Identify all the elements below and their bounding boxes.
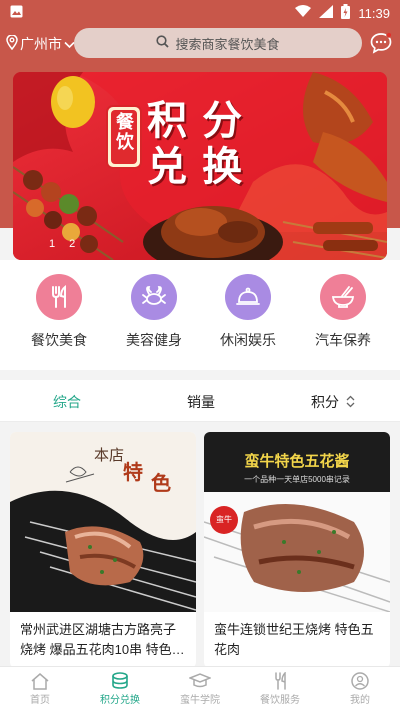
search-input[interactable]: 搜索商家餐饮美食 <box>74 28 362 58</box>
product-title: 蛮牛连锁世纪王烧烤 特色五花肉 <box>214 622 374 657</box>
food-cover-icon <box>225 274 271 320</box>
wifi-icon <box>295 5 312 21</box>
product-card[interactable]: 蛮牛特色五花酱 一个品种一天单店5000串记录 蛮牛 蛮牛连锁世纪王烧烤 特色五… <box>204 432 390 668</box>
location-pin-icon <box>6 34 18 53</box>
category-label: 汽车保养 <box>315 332 371 348</box>
image-subline: 一个品种一天单店5000串记录 <box>244 475 350 484</box>
clock: 11:39 <box>358 5 390 21</box>
city-selector[interactable]: 广州市 <box>6 34 75 54</box>
message-button[interactable] <box>370 32 392 54</box>
profile-icon <box>351 672 369 690</box>
sort-toggle-icon <box>346 395 355 411</box>
search-icon <box>156 35 170 51</box>
points-exchange-icon <box>112 672 128 689</box>
product-image: 本店 特 色 <box>10 432 196 612</box>
sort-tab-points[interactable]: 积分 <box>311 392 355 412</box>
banner-badge: 餐饮 <box>114 112 134 152</box>
nav-item-points-exchange[interactable]: 积分兑换 <box>80 667 160 711</box>
nav-label: 首页 <box>30 695 50 706</box>
image-headline: 蛮牛特色五花酱 <box>244 453 350 470</box>
banner-pagination: 1 2 <box>49 238 75 250</box>
sort-tab-points-label: 积分 <box>311 394 339 410</box>
image-text-se: 色 <box>151 471 171 495</box>
category-label: 休闲娱乐 <box>220 332 276 348</box>
crab-icon <box>131 274 177 320</box>
gallery-notification-icon <box>10 5 23 21</box>
banner-title-line1: 积 分 <box>147 99 245 143</box>
category-beauty-fitness[interactable]: 美容健身 <box>114 274 194 350</box>
noodle-bowl-icon <box>320 274 366 320</box>
nav-item-home[interactable]: 首页 <box>0 667 80 711</box>
category-label: 美容健身 <box>126 332 182 348</box>
banner-dot-2[interactable]: 2 <box>69 238 75 250</box>
banner-dot-1[interactable]: 1 <box>49 238 55 250</box>
top-header: 广州市 搜索商家餐饮美食 <box>0 24 400 64</box>
category-dining[interactable]: 餐饮美食 <box>19 274 99 350</box>
image-badge: 蛮牛 <box>216 515 232 524</box>
category-leisure[interactable]: 休闲娱乐 <box>208 274 288 350</box>
nav-label: 积分兑换 <box>100 695 140 706</box>
search-placeholder: 搜索商家餐饮美食 <box>175 36 280 52</box>
product-image: 蛮牛特色五花酱 一个品种一天单店5000串记录 蛮牛 <box>204 432 390 612</box>
home-icon <box>31 673 49 690</box>
nav-item-academy[interactable]: 蛮牛学院 <box>160 667 240 711</box>
chat-bubble-icon <box>370 32 392 54</box>
graduation-cap-icon <box>189 673 211 688</box>
nav-item-dining-service[interactable]: 餐饮服务 <box>240 667 320 711</box>
nav-label: 我的 <box>350 695 370 706</box>
image-text-store: 本店 <box>94 446 125 464</box>
sort-bar: 综合 销量 积分 <box>0 380 400 422</box>
product-card[interactable]: 本店 特 色 常州武进区湖塘古方路亮子烧烤 爆品五花肉10串 特色… <box>10 432 196 668</box>
cutlery-icon <box>275 672 286 690</box>
product-title: 常州武进区湖塘古方路亮子烧烤 爆品五花肉10串 特色… <box>20 622 185 657</box>
banner-title-line2: 兑 换 <box>147 145 245 189</box>
nav-label: 餐饮服务 <box>260 695 300 706</box>
signal-icon <box>319 5 334 21</box>
city-name: 广州市 <box>20 36 62 52</box>
category-grid: 餐饮美食 美容健身 休闲娱乐 汽车保养 <box>0 260 400 370</box>
category-car-care[interactable]: 汽车保养 <box>303 274 383 350</box>
sort-tab-comprehensive[interactable]: 综合 <box>53 392 81 412</box>
promo-banner[interactable]: 餐饮 积 分 兑 换 1 2 <box>13 72 387 260</box>
status-bar: 11:39 <box>0 0 400 24</box>
nav-label: 蛮牛学院 <box>180 695 220 706</box>
category-label: 餐饮美食 <box>31 332 87 348</box>
bottom-nav: 首页 积分兑换 蛮牛学院 餐饮服务 我的 <box>0 666 400 711</box>
nav-item-profile[interactable]: 我的 <box>320 667 400 711</box>
battery-icon <box>341 4 351 22</box>
image-text-te: 特 <box>123 460 143 484</box>
fork-knife-icon <box>36 274 82 320</box>
sort-tab-sales[interactable]: 销量 <box>187 392 215 412</box>
